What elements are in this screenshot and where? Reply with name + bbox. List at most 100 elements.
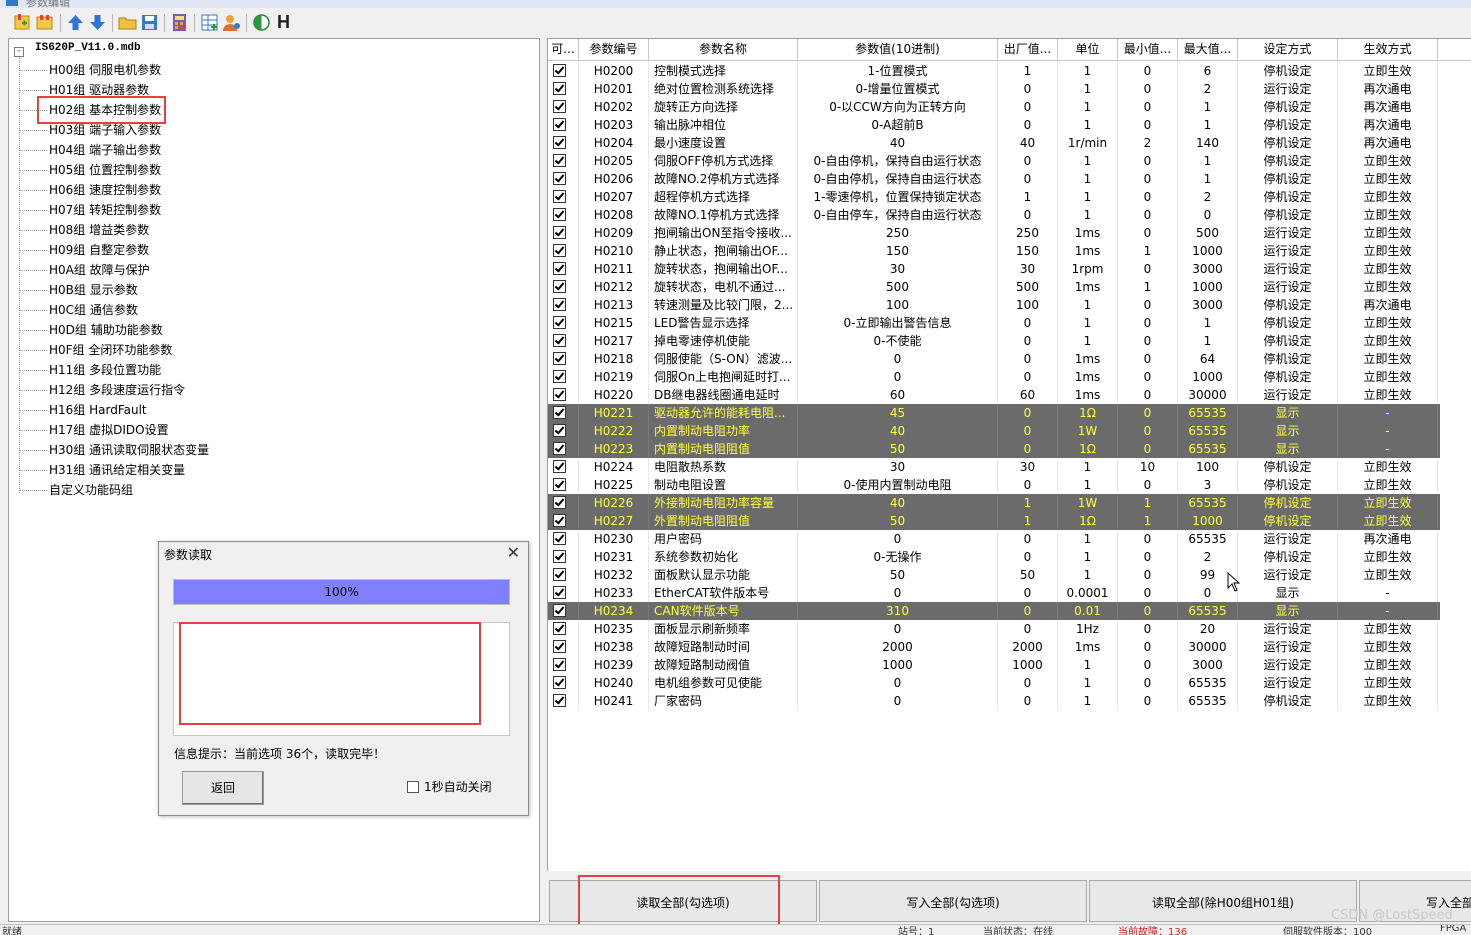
table-row[interactable]: H0233 EtherCAT软件版本号 0 0 0.0001 0 0 显示 - xyxy=(548,584,1440,602)
table-row[interactable]: H0201 绝对位置检测系统选择 0-增量位置模式 0 1 0 2 运行设定 再次通电 xyxy=(548,80,1440,98)
param-effect-mode-cell[interactable]: 立即生效 xyxy=(1338,188,1438,206)
param-unit-cell[interactable]: 1Hz xyxy=(1058,620,1118,638)
param-id-cell[interactable]: H0240 xyxy=(579,674,649,692)
table-row[interactable]: H0230 用户密码 0 0 1 0 65535 运行设定 再次通电 xyxy=(548,530,1440,548)
param-unit-cell[interactable]: 1Ω xyxy=(1058,404,1118,422)
param-id-cell[interactable]: H0212 xyxy=(579,278,649,296)
param-name-cell[interactable]: 伺服使能（S-ON）滤波... xyxy=(649,350,798,368)
param-min-cell[interactable]: 0 xyxy=(1118,440,1178,458)
param-set-mode-cell[interactable]: 显示 xyxy=(1238,584,1338,602)
param-set-mode-cell[interactable]: 运行设定 xyxy=(1238,386,1338,404)
row-checkbox[interactable] xyxy=(553,478,566,491)
param-unit-cell[interactable]: 1 xyxy=(1058,116,1118,134)
param-min-cell[interactable]: 0 xyxy=(1118,530,1178,548)
param-default-cell[interactable]: 0 xyxy=(998,602,1058,620)
param-max-cell[interactable]: 65535 xyxy=(1178,692,1238,710)
param-id-cell[interactable]: H0234 xyxy=(579,602,649,620)
param-max-cell[interactable]: 1 xyxy=(1178,170,1238,188)
param-name-cell[interactable]: 最小速度设置 xyxy=(649,134,798,152)
param-default-cell[interactable]: 0 xyxy=(998,98,1058,116)
param-set-mode-cell[interactable]: 停机设定 xyxy=(1238,98,1338,116)
param-max-cell[interactable]: 0 xyxy=(1178,206,1238,224)
tree-item[interactable]: H0D组 辅助功能参数 xyxy=(49,321,163,339)
param-value-cell[interactable]: 0-不使能 xyxy=(798,332,998,350)
param-min-cell[interactable]: 2 xyxy=(1118,134,1178,152)
param-min-cell[interactable]: 1 xyxy=(1118,278,1178,296)
param-set-mode-cell[interactable]: 停机设定 xyxy=(1238,350,1338,368)
param-min-cell[interactable]: 1 xyxy=(1118,494,1178,512)
param-name-cell[interactable]: 电阻散热系数 xyxy=(649,458,798,476)
param-id-cell[interactable]: H0221 xyxy=(579,404,649,422)
param-unit-cell[interactable]: 1 xyxy=(1058,692,1118,710)
param-name-cell[interactable]: DB继电器线圈通电延时 xyxy=(649,386,798,404)
param-default-cell[interactable]: 150 xyxy=(998,242,1058,260)
param-set-mode-cell[interactable]: 停机设定 xyxy=(1238,206,1338,224)
param-unit-cell[interactable]: 1 xyxy=(1058,458,1118,476)
param-default-cell[interactable]: 0 xyxy=(998,404,1058,422)
param-set-mode-cell[interactable]: 停机设定 xyxy=(1238,494,1338,512)
read-all-except-h00-h01-button[interactable]: 读取全部(除H00组H01组) xyxy=(1089,880,1357,922)
param-max-cell[interactable]: 140 xyxy=(1178,134,1238,152)
tree-item[interactable]: H06组 速度控制参数 xyxy=(49,181,161,199)
param-min-cell[interactable]: 0 xyxy=(1118,602,1178,620)
param-id-cell[interactable]: H0201 xyxy=(579,80,649,98)
param-effect-mode-cell[interactable]: 立即生效 xyxy=(1338,494,1438,512)
param-default-cell[interactable]: 2000 xyxy=(998,638,1058,656)
param-name-cell[interactable]: 故障短路制动时间 xyxy=(649,638,798,656)
param-unit-cell[interactable]: 1ms xyxy=(1058,368,1118,386)
param-min-cell[interactable]: 0 xyxy=(1118,152,1178,170)
col-unit-header[interactable]: 单位 xyxy=(1058,39,1118,60)
row-checkbox[interactable] xyxy=(553,550,566,563)
param-effect-mode-cell[interactable]: 立即生效 xyxy=(1338,458,1438,476)
tree-item[interactable]: H16组 HardFault xyxy=(49,401,147,419)
param-max-cell[interactable]: 30000 xyxy=(1178,386,1238,404)
table-row[interactable]: H0231 系统参数初始化 0-无操作 0 1 0 2 停机设定 立即生效 xyxy=(548,548,1440,566)
param-default-cell[interactable]: 40 xyxy=(998,134,1058,152)
param-set-mode-cell[interactable]: 运行设定 xyxy=(1238,80,1338,98)
param-name-cell[interactable]: 伺服On上电抱闸延时打... xyxy=(649,368,798,386)
param-id-cell[interactable]: H0223 xyxy=(579,440,649,458)
param-effect-mode-cell[interactable]: 立即生效 xyxy=(1338,476,1438,494)
new-file-icon[interactable] xyxy=(13,13,32,32)
param-id-cell[interactable]: H0227 xyxy=(579,512,649,530)
row-checkbox[interactable] xyxy=(553,514,566,527)
row-checkbox[interactable] xyxy=(553,658,566,671)
param-set-mode-cell[interactable]: 显示 xyxy=(1238,404,1338,422)
row-checkbox[interactable] xyxy=(553,316,566,329)
param-id-cell[interactable]: H0225 xyxy=(579,476,649,494)
param-effect-mode-cell[interactable]: - xyxy=(1338,422,1438,440)
param-value-cell[interactable]: 310 xyxy=(798,602,998,620)
row-checkbox[interactable] xyxy=(553,82,566,95)
param-unit-cell[interactable]: 1 xyxy=(1058,314,1118,332)
param-set-mode-cell[interactable]: 停机设定 xyxy=(1238,116,1338,134)
param-name-cell[interactable]: 故障NO.2停机方式选择 xyxy=(649,170,798,188)
param-default-cell[interactable]: 0 xyxy=(998,692,1058,710)
param-default-cell[interactable]: 0 xyxy=(998,368,1058,386)
param-value-cell[interactable]: 0-增量位置模式 xyxy=(798,80,998,98)
param-set-mode-cell[interactable]: 运行设定 xyxy=(1238,224,1338,242)
row-checkbox[interactable] xyxy=(553,622,566,635)
param-value-cell[interactable]: 50 xyxy=(798,512,998,530)
param-name-cell[interactable]: 厂家密码 xyxy=(649,692,798,710)
param-max-cell[interactable]: 1000 xyxy=(1178,278,1238,296)
table-row[interactable]: H0202 旋转正方向选择 0-以CCW方向为正转方向 0 1 0 1 停机设定 再次通电 xyxy=(548,98,1440,116)
table-row[interactable]: H0215 LED警告显示选择 0-立即输出警告信息 0 1 0 1 停机设定 立即生效 xyxy=(548,314,1440,332)
param-unit-cell[interactable]: 1 xyxy=(1058,80,1118,98)
tree-item[interactable]: H17组 虚拟DIDO设置 xyxy=(49,421,169,439)
tree-item[interactable]: H07组 转矩控制参数 xyxy=(49,201,161,219)
param-effect-mode-cell[interactable]: 立即生效 xyxy=(1338,674,1438,692)
param-value-cell[interactable]: 0-使用内置制动电阻 xyxy=(798,476,998,494)
param-default-cell[interactable]: 0 xyxy=(998,206,1058,224)
param-max-cell[interactable]: 3000 xyxy=(1178,296,1238,314)
param-effect-mode-cell[interactable]: 立即生效 xyxy=(1338,512,1438,530)
param-name-cell[interactable]: 系统参数初始化 xyxy=(649,548,798,566)
param-value-cell[interactable]: 30 xyxy=(798,260,998,278)
param-value-cell[interactable]: 0-自由停机，保持自由运行状态 xyxy=(798,170,998,188)
param-set-mode-cell[interactable]: 停机设定 xyxy=(1238,152,1338,170)
param-name-cell[interactable]: LED警告显示选择 xyxy=(649,314,798,332)
param-value-cell[interactable]: 0-A超前B xyxy=(798,116,998,134)
param-min-cell[interactable]: 1 xyxy=(1118,242,1178,260)
param-min-cell[interactable]: 0 xyxy=(1118,386,1178,404)
tree-item[interactable]: H0F组 全闭环功能参数 xyxy=(49,341,172,359)
param-min-cell[interactable]: 10 xyxy=(1118,458,1178,476)
